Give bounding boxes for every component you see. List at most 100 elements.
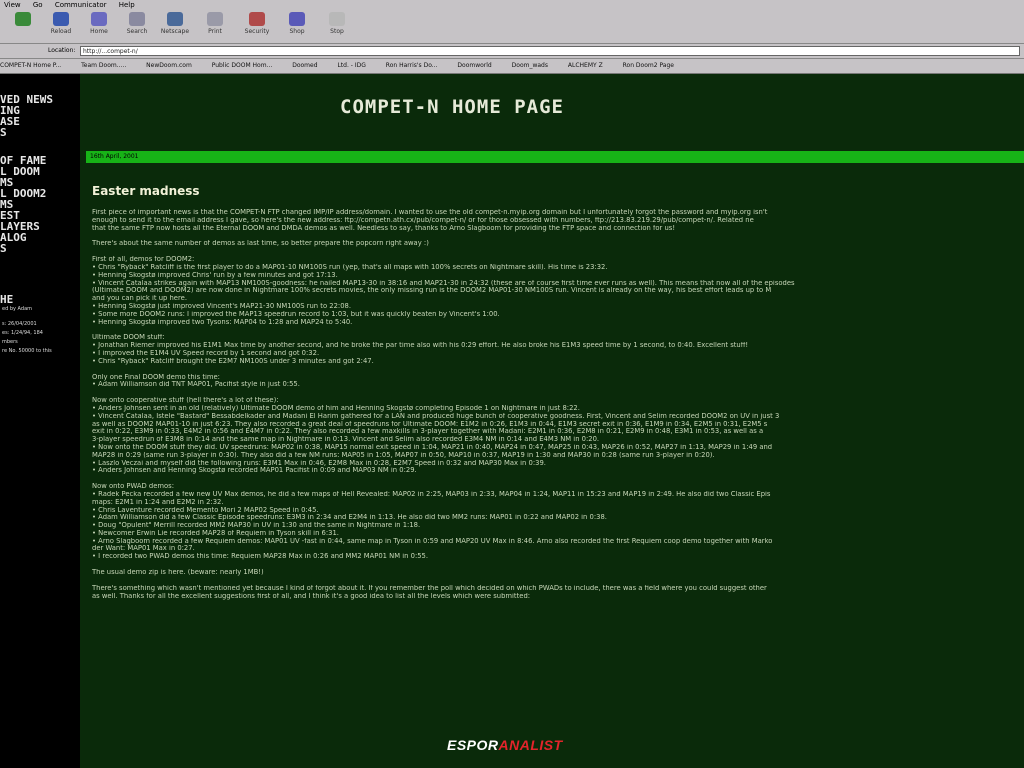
- text-line: • Jonathan Riemer improved his E1M1 Max …: [92, 342, 749, 350]
- text-line: First piece of important news is that th…: [92, 209, 768, 216]
- popcorn-paragraph: There's about the same number of demos a…: [92, 240, 1024, 248]
- coop-section: Now onto cooperative stuff (hell there's…: [92, 397, 1024, 475]
- text-line: (Ultimate DOOM and DOOM2) are now done i…: [92, 287, 772, 295]
- watermark-logo: ESPORANALIST: [447, 737, 563, 753]
- text-line: • Henning Skogstø improved Chris' run by…: [92, 271, 338, 279]
- browser-toolbar: Reload Home Search Netscape Print Securi…: [0, 10, 1024, 44]
- text-line: • Vincent Catalaa strikes again with MAP…: [92, 279, 795, 287]
- text-line: Ultimate DOOM stuff:: [92, 334, 165, 342]
- sidebar-info: mbers: [2, 339, 18, 345]
- location-bar: Location: http://...compet-n/: [0, 44, 1024, 59]
- bookmark-item[interactable]: Ltd. - IDG: [337, 59, 365, 73]
- intro-paragraph: First piece of important news is that th…: [92, 209, 1024, 232]
- bookmark-item[interactable]: ALCHEMY Z: [568, 59, 603, 73]
- text-line: 3-player speedrun of E3M8 in 0:14 and th…: [92, 436, 600, 444]
- text-line: • Now onto the DOOM stuff they did. UV s…: [92, 443, 773, 451]
- location-input[interactable]: http://...compet-n/: [80, 46, 1020, 56]
- menu-help[interactable]: Help: [119, 1, 135, 9]
- forward-icon: [15, 12, 31, 26]
- text-line: • Radek Pecka recorded a few new UV Max …: [92, 490, 771, 498]
- web-page: VED NEWS ING ASE S OF FAME L DOOM MS L D…: [0, 74, 1024, 768]
- text-line: Now onto cooperative stuff (hell there's…: [92, 397, 279, 405]
- bookmark-item[interactable]: Team Doom.....: [81, 59, 126, 73]
- reload-icon: [53, 12, 69, 26]
- stop-icon: [329, 12, 345, 26]
- bookmark-item[interactable]: Doomworld: [457, 59, 491, 73]
- page-title: COMPET-N HOME PAGE: [340, 96, 564, 118]
- nav-item[interactable]: S: [0, 243, 80, 254]
- home-button[interactable]: Home: [84, 12, 114, 35]
- sidebar-section-title: HE: [0, 293, 14, 306]
- text-line: • Adam Williamson did TNT MAP01, Pacifis…: [92, 381, 300, 389]
- location-label: Location:: [48, 47, 76, 54]
- text-line: • Adam Williamson did a few Classic Epis…: [92, 514, 607, 522]
- text-line: • Henning Skogstø just improved Vincent'…: [92, 302, 352, 310]
- netscape-button[interactable]: Netscape: [160, 12, 190, 35]
- print-icon: [207, 12, 223, 26]
- forward-button[interactable]: [8, 12, 38, 28]
- pwad-section: Now onto PWAD demos: • Radek Pecka recor…: [92, 483, 1024, 561]
- menu-go[interactable]: Go: [33, 1, 43, 9]
- stop-button[interactable]: Stop: [322, 12, 352, 35]
- demo-zip-paragraph: The usual demo zip is here. (beware: nea…: [92, 569, 1024, 577]
- text-line: • Chris "Ryback" Ratcliff brought the E2…: [92, 357, 374, 365]
- text-line: • Newcomer Erwin Lie recorded MAP28 of R…: [92, 529, 339, 537]
- text-line: There's about the same number of demos a…: [92, 240, 429, 248]
- sidebar-nav: VED NEWS ING ASE S OF FAME L DOOM MS L D…: [0, 74, 80, 768]
- text-line: • Anders Johnsen sent in an old (relativ…: [92, 404, 580, 412]
- menu-communicator[interactable]: Communicator: [55, 1, 107, 9]
- search-button[interactable]: Search: [122, 12, 152, 35]
- bookmark-item[interactable]: NewDoom.com: [146, 59, 192, 73]
- search-icon: [129, 12, 145, 26]
- bookmarks-bar: COMPET-N Home P... Team Doom..... NewDoo…: [0, 59, 1024, 74]
- shop-icon: [289, 12, 305, 26]
- news-content: First piece of important news is that th…: [92, 209, 1024, 608]
- text-line: • Chris "Ryback" Ratcliff is the first p…: [92, 263, 608, 271]
- final-doom-section: Only one Final DOOM demo this time: • Ad…: [92, 374, 1024, 390]
- text-line: The usual demo zip is here. (beware: nea…: [92, 569, 264, 577]
- text-line: First of all, demos for DOOM2:: [92, 256, 195, 264]
- text-line: and you can pick it up here.: [92, 295, 187, 303]
- text-line: as well. Thanks for all the excellent su…: [92, 592, 531, 600]
- doom2-section: First of all, demos for DOOM2: • Chris "…: [92, 256, 1024, 326]
- text-line: • Doug "Opulent" Merrill recorded MM2 MA…: [92, 522, 421, 530]
- news-heading: Easter madness: [92, 184, 200, 198]
- bookmark-item[interactable]: COMPET-N Home P...: [0, 59, 61, 73]
- menu-bar: View Go Communicator Help: [0, 0, 1024, 10]
- text-line: There's something which wasn't mentioned…: [92, 584, 767, 592]
- text-line: enough to send it to the email address I…: [92, 216, 754, 224]
- sidebar-info: es: 1/24/94, 184: [2, 330, 43, 336]
- bookmark-item[interactable]: Ron Doom2 Page: [623, 59, 674, 73]
- text-line: as well as DOOM2 MAP01-10 in just 6:23. …: [92, 420, 768, 428]
- nav-item[interactable]: ALOG: [0, 232, 80, 243]
- bookmark-item[interactable]: Doomed: [292, 59, 317, 73]
- text-line: exit in 0:22, E3M9 in 0:33, E4M2 in 0:56…: [92, 428, 764, 436]
- nav-item[interactable]: S: [0, 127, 80, 138]
- bookmark-item[interactable]: Ron Harris's Do...: [386, 59, 438, 73]
- bookmark-item[interactable]: Doom_wads: [512, 59, 548, 73]
- date-bar: 16th April, 2001: [86, 151, 1024, 163]
- nav-item[interactable]: ASE: [0, 116, 80, 127]
- text-line: Now onto PWAD demos:: [92, 483, 175, 491]
- reload-button[interactable]: Reload: [46, 12, 76, 35]
- sidebar-info: s: 26/04/2001: [2, 321, 37, 327]
- text-line: • Vincent Catalaa, Istele "Bastard" Bess…: [92, 412, 780, 420]
- text-line: • Arno Slagboom recorded a few Requiem d…: [92, 537, 773, 545]
- security-icon: [249, 12, 265, 26]
- text-line: Only one Final DOOM demo this time:: [92, 373, 220, 381]
- print-button[interactable]: Print: [200, 12, 230, 35]
- sidebar-info: re No. 50000 to this: [2, 348, 52, 354]
- home-icon: [91, 12, 107, 26]
- security-button[interactable]: Security: [242, 12, 272, 35]
- text-line: • Anders Johnsen and Henning Skogstø rec…: [92, 467, 417, 475]
- text-line: that the same FTP now hosts all the Eter…: [92, 224, 676, 232]
- text-line: • Laszlo Veczai and myself did the follo…: [92, 459, 546, 467]
- shop-button[interactable]: Shop: [282, 12, 312, 35]
- text-line: maps: E2M1 in 1:24 and E2M2 in 2:32.: [92, 498, 224, 506]
- bookmark-item[interactable]: Public DOOM Hom...: [212, 59, 273, 73]
- text-line: • I improved the E1M4 UV Speed record by…: [92, 349, 320, 357]
- menu-view[interactable]: View: [4, 1, 21, 9]
- text-line: der Want: MAP01 Max in 0:27.: [92, 545, 195, 553]
- sidebar-info: ed by Adam: [2, 306, 33, 312]
- text-line: MAP28 in 0:29 (same run 3-player in 0:30…: [92, 451, 715, 459]
